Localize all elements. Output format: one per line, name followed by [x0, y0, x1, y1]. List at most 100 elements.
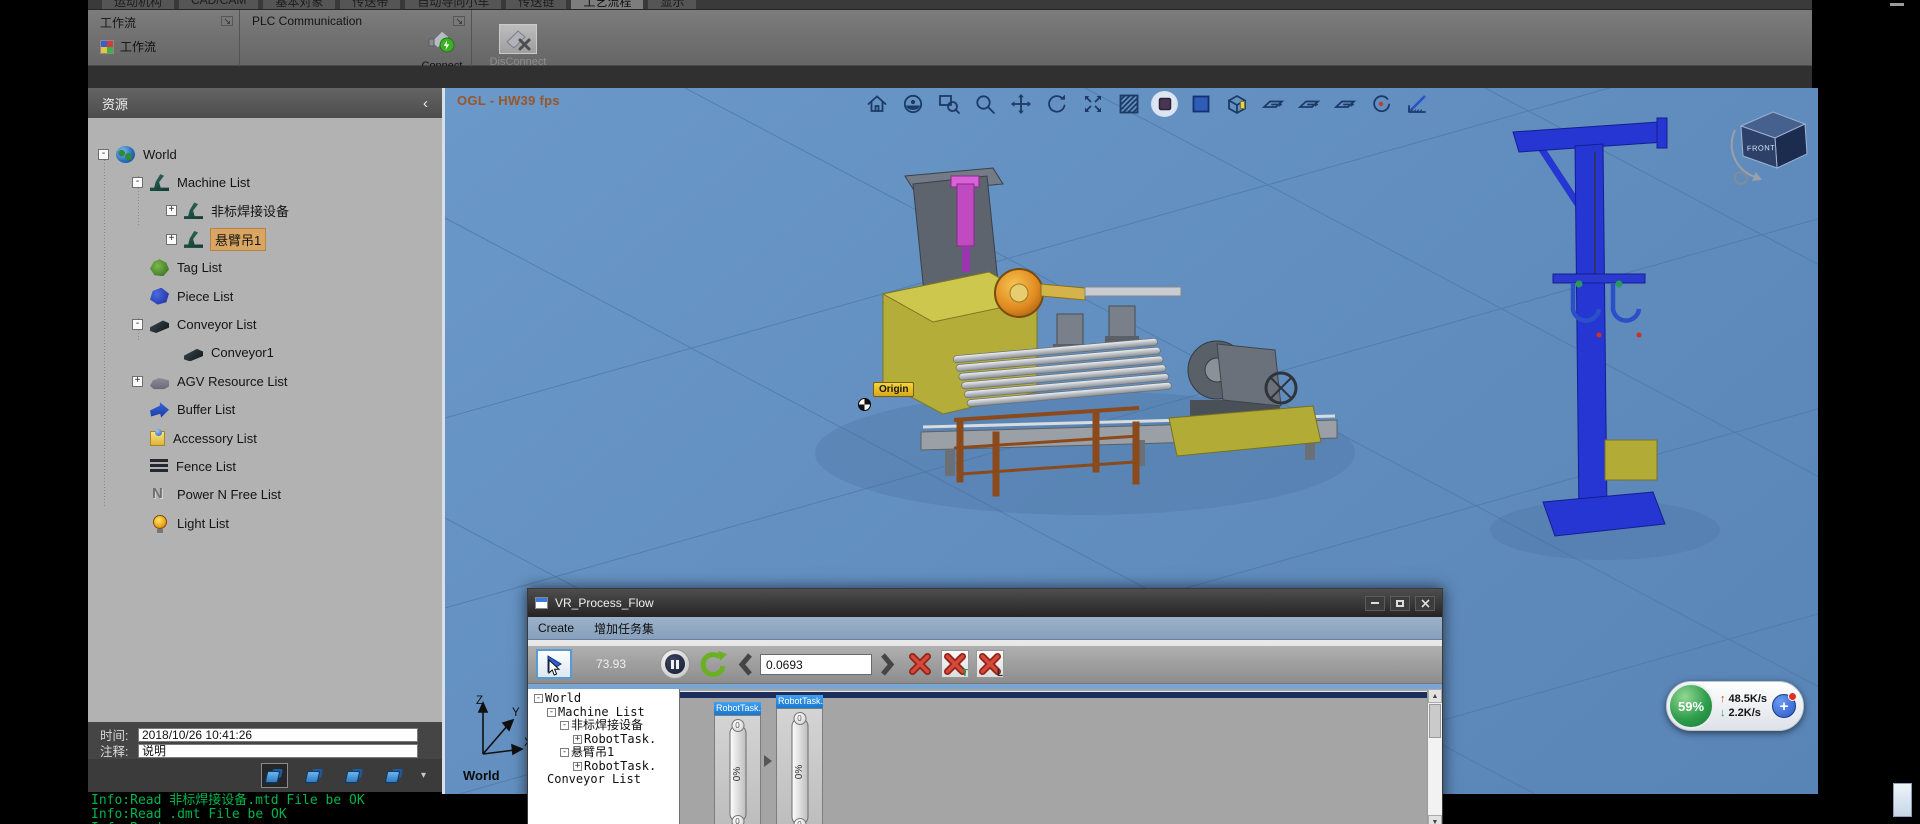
- dialog-launcher-icon[interactable]: ↘: [221, 16, 233, 26]
- tree-item[interactable]: -World: [88, 140, 442, 168]
- dialog-launcher-icon[interactable]: ↘: [453, 16, 465, 26]
- workflow-button[interactable]: 工作流: [100, 38, 156, 55]
- delete-task-button-2[interactable]: T: [941, 650, 969, 678]
- process-tree-item[interactable]: -World: [532, 692, 679, 706]
- step-forward-chevron[interactable]: [880, 652, 895, 682]
- maximize-button[interactable]: [1390, 596, 1410, 611]
- network-performance-badge[interactable]: 59% ↑48.5K/s ↓2.2K/s +: [1666, 681, 1804, 731]
- expander-icon[interactable]: -: [547, 708, 556, 717]
- expander-icon[interactable]: +: [573, 735, 582, 744]
- expander-icon[interactable]: -: [132, 319, 143, 330]
- loop-button[interactable]: [698, 649, 728, 679]
- menu-tab-6[interactable]: 传送链: [506, 0, 566, 10]
- minimize-button[interactable]: [1365, 596, 1385, 611]
- orbit-icon[interactable]: [899, 91, 926, 117]
- home-icon[interactable]: [863, 91, 890, 117]
- expander-icon[interactable]: +: [573, 762, 582, 771]
- tree-item[interactable]: -Machine List: [88, 168, 442, 196]
- scrollbar-thumb[interactable]: [1429, 704, 1441, 738]
- delete-task-button-1[interactable]: [906, 650, 934, 678]
- task-end-knob[interactable]: 0: [731, 815, 744, 824]
- hatch-icon[interactable]: [1115, 91, 1142, 117]
- scroll-down-icon[interactable]: ▼: [1428, 815, 1442, 824]
- process-tree-item[interactable]: +RobotTask.: [532, 733, 679, 747]
- delete-task-button-3[interactable]: L: [976, 650, 1004, 678]
- tree-item[interactable]: Buffer List: [88, 396, 442, 424]
- expander-icon[interactable]: +: [132, 376, 143, 387]
- task-start-knob[interactable]: 0: [793, 712, 806, 725]
- tree-item[interactable]: +AGV Resource List: [88, 367, 442, 395]
- expander-icon[interactable]: +: [166, 205, 177, 216]
- menu-tab-3[interactable]: 基本对象: [263, 0, 335, 10]
- layer-button-3[interactable]: [341, 763, 368, 788]
- menu-tab-2[interactable]: CAD/CAM: [179, 0, 258, 10]
- task-start-knob[interactable]: 0: [731, 719, 744, 732]
- fit-icon[interactable]: [1079, 91, 1106, 117]
- task-timeline-area[interactable]: RobotTask.00%0RobotTask.00%0 ▲ ▼: [680, 689, 1442, 824]
- expander-icon[interactable]: -: [132, 177, 143, 188]
- menu-item-add-taskset[interactable]: 增加任务集: [594, 620, 654, 637]
- performance-percent: 59%: [1668, 683, 1714, 729]
- expander-icon[interactable]: -: [560, 721, 569, 730]
- tree-item[interactable]: Tag List: [88, 254, 442, 282]
- tree-item[interactable]: -Conveyor List: [88, 310, 442, 338]
- expander-icon[interactable]: +: [166, 234, 177, 245]
- layer-button-2[interactable]: [301, 763, 328, 788]
- dropdown-caret-icon[interactable]: ▾: [421, 770, 426, 781]
- note-field[interactable]: [138, 744, 418, 758]
- plus-button[interactable]: +: [1772, 694, 1796, 718]
- process-tree-item[interactable]: -非标焊接设备: [532, 719, 679, 733]
- clip-plane-x-icon[interactable]: [1259, 91, 1286, 117]
- tree-item[interactable]: Light List: [88, 509, 442, 537]
- expander-icon[interactable]: -: [560, 748, 569, 757]
- tree-item[interactable]: Accessory List: [88, 424, 442, 452]
- rotate-center-icon[interactable]: [1367, 91, 1394, 117]
- layer-button-4[interactable]: [381, 763, 408, 788]
- pause-button[interactable]: [660, 649, 690, 679]
- expander-icon[interactable]: -: [98, 149, 109, 160]
- menu-item-create[interactable]: Create: [538, 621, 574, 635]
- clip-plane-y-icon[interactable]: [1295, 91, 1322, 117]
- time-field[interactable]: [138, 728, 418, 742]
- layer-button-1[interactable]: [261, 763, 288, 788]
- menu-tab-8[interactable]: 显示: [648, 0, 696, 10]
- navigation-cube[interactable]: FRONT: [1725, 102, 1818, 192]
- tree-item[interactable]: Power N Free List: [88, 481, 442, 509]
- task-block[interactable]: RobotTask.00%0: [776, 695, 823, 824]
- shaded-view-icon[interactable]: [1151, 91, 1178, 117]
- task-scrollbar[interactable]: ▲ ▼: [1427, 689, 1442, 824]
- close-button[interactable]: [1415, 596, 1435, 611]
- process-tree-item[interactable]: -悬臂吊1: [532, 746, 679, 760]
- scroll-up-icon[interactable]: ▲: [1428, 689, 1442, 703]
- process-tree-item[interactable]: -Machine List: [532, 706, 679, 720]
- process-window-titlebar[interactable]: VR_Process_Flow: [528, 589, 1442, 617]
- tree-item[interactable]: +悬臂吊1: [88, 225, 442, 253]
- rotate-icon[interactable]: [1043, 91, 1070, 117]
- collapse-arrow-icon[interactable]: ‹: [423, 95, 428, 112]
- pan-icon[interactable]: [1007, 91, 1034, 117]
- step-back-chevron[interactable]: [738, 652, 753, 682]
- expander-icon[interactable]: -: [534, 694, 543, 703]
- tree-item[interactable]: Piece List: [88, 282, 442, 310]
- task-block[interactable]: RobotTask.00%0: [714, 702, 761, 824]
- task-end-knob[interactable]: 0: [793, 818, 806, 824]
- measure-icon[interactable]: [1403, 91, 1430, 117]
- origin-point-marker[interactable]: [858, 398, 871, 411]
- zoom-icon[interactable]: [971, 91, 998, 117]
- zoom-window-icon[interactable]: [935, 91, 962, 117]
- step-value-input[interactable]: [760, 654, 872, 675]
- solid-view-icon[interactable]: [1187, 91, 1214, 117]
- clip-plane-z-icon[interactable]: [1331, 91, 1358, 117]
- menu-tab-5[interactable]: 自动导向小车: [405, 0, 501, 10]
- menu-tab-7[interactable]: 工艺流程: [571, 0, 643, 10]
- menu-tab-4[interactable]: 传送带: [340, 0, 400, 10]
- disconnect-button[interactable]: DisConnect: [480, 24, 556, 68]
- process-tree-item[interactable]: +RobotTask.: [532, 760, 679, 774]
- window-minimize-icon[interactable]: [1890, 3, 1904, 6]
- tree-item[interactable]: Conveyor1: [88, 339, 442, 367]
- process-tree-item[interactable]: Conveyor List: [532, 773, 679, 787]
- tree-item[interactable]: Fence List: [88, 452, 442, 480]
- box-view-icon[interactable]: [1223, 91, 1250, 117]
- tree-item[interactable]: +非标焊接设备: [88, 197, 442, 225]
- menu-tab-1[interactable]: 运动机构: [102, 0, 174, 10]
